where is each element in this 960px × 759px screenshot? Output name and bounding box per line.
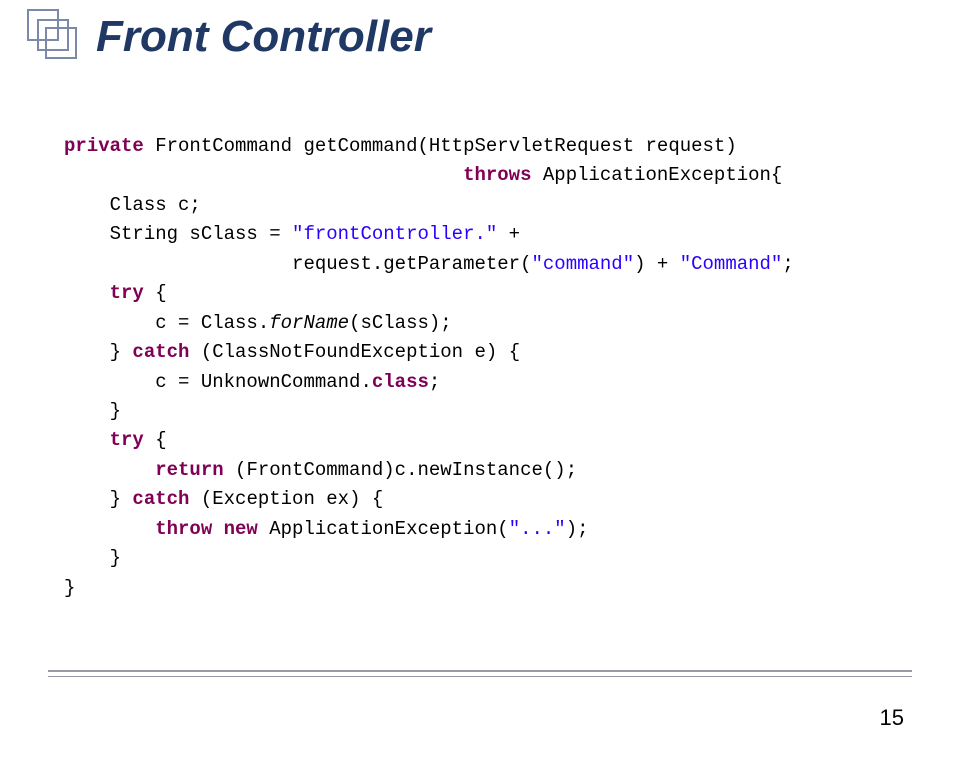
keyword: catch xyxy=(132,488,189,510)
code-text: { xyxy=(144,429,167,451)
string-literal: "command" xyxy=(531,253,634,275)
code-text: + xyxy=(497,223,531,245)
code-text: ; xyxy=(782,253,793,275)
keyword: private xyxy=(64,135,144,157)
code-text: (Exception ex) { xyxy=(189,488,383,510)
code-text: } xyxy=(64,400,121,422)
string-literal: "..." xyxy=(509,518,566,540)
code-text: String sClass = xyxy=(64,223,292,245)
keyword: class xyxy=(372,371,429,393)
code-text: c = UnknownCommand. xyxy=(64,371,372,393)
keyword: throws xyxy=(64,164,531,186)
keyword: try xyxy=(64,429,144,451)
code-text: FrontCommand getCommand(HttpServletReque… xyxy=(144,135,737,157)
code-text: } xyxy=(64,577,75,599)
keyword: throw new xyxy=(64,518,258,540)
string-literal: "Command" xyxy=(680,253,783,275)
page-number: 15 xyxy=(880,705,904,731)
code-text: ; xyxy=(429,371,440,393)
code-text: } xyxy=(64,547,121,569)
footer-rule xyxy=(48,670,912,672)
code-text: } xyxy=(64,488,132,510)
keyword: catch xyxy=(132,341,189,363)
logo-icon xyxy=(24,6,80,62)
code-block: private FrontCommand getCommand(HttpServ… xyxy=(64,132,794,603)
footer-rule xyxy=(48,676,912,677)
identifier-italic: forName xyxy=(269,312,349,334)
keyword: try xyxy=(64,282,144,304)
code-text: ) + xyxy=(634,253,680,275)
code-text: ApplicationException( xyxy=(258,518,509,540)
code-text: ); xyxy=(566,518,589,540)
code-text: (ClassNotFoundException e) { xyxy=(189,341,520,363)
code-text: request.getParameter( xyxy=(64,253,531,275)
keyword: return xyxy=(64,459,224,481)
code-text: Class c; xyxy=(64,194,201,216)
slide-title: Front Controller xyxy=(96,12,431,62)
string-literal: "frontController." xyxy=(292,223,497,245)
code-text: ApplicationException{ xyxy=(531,164,782,186)
slide: Front Controller private FrontCommand ge… xyxy=(0,0,960,759)
code-text: { xyxy=(144,282,167,304)
code-text: c = Class. xyxy=(64,312,269,334)
code-text: (sClass); xyxy=(349,312,452,334)
code-text: } xyxy=(64,341,132,363)
code-text: (FrontCommand)c.newInstance(); xyxy=(224,459,577,481)
